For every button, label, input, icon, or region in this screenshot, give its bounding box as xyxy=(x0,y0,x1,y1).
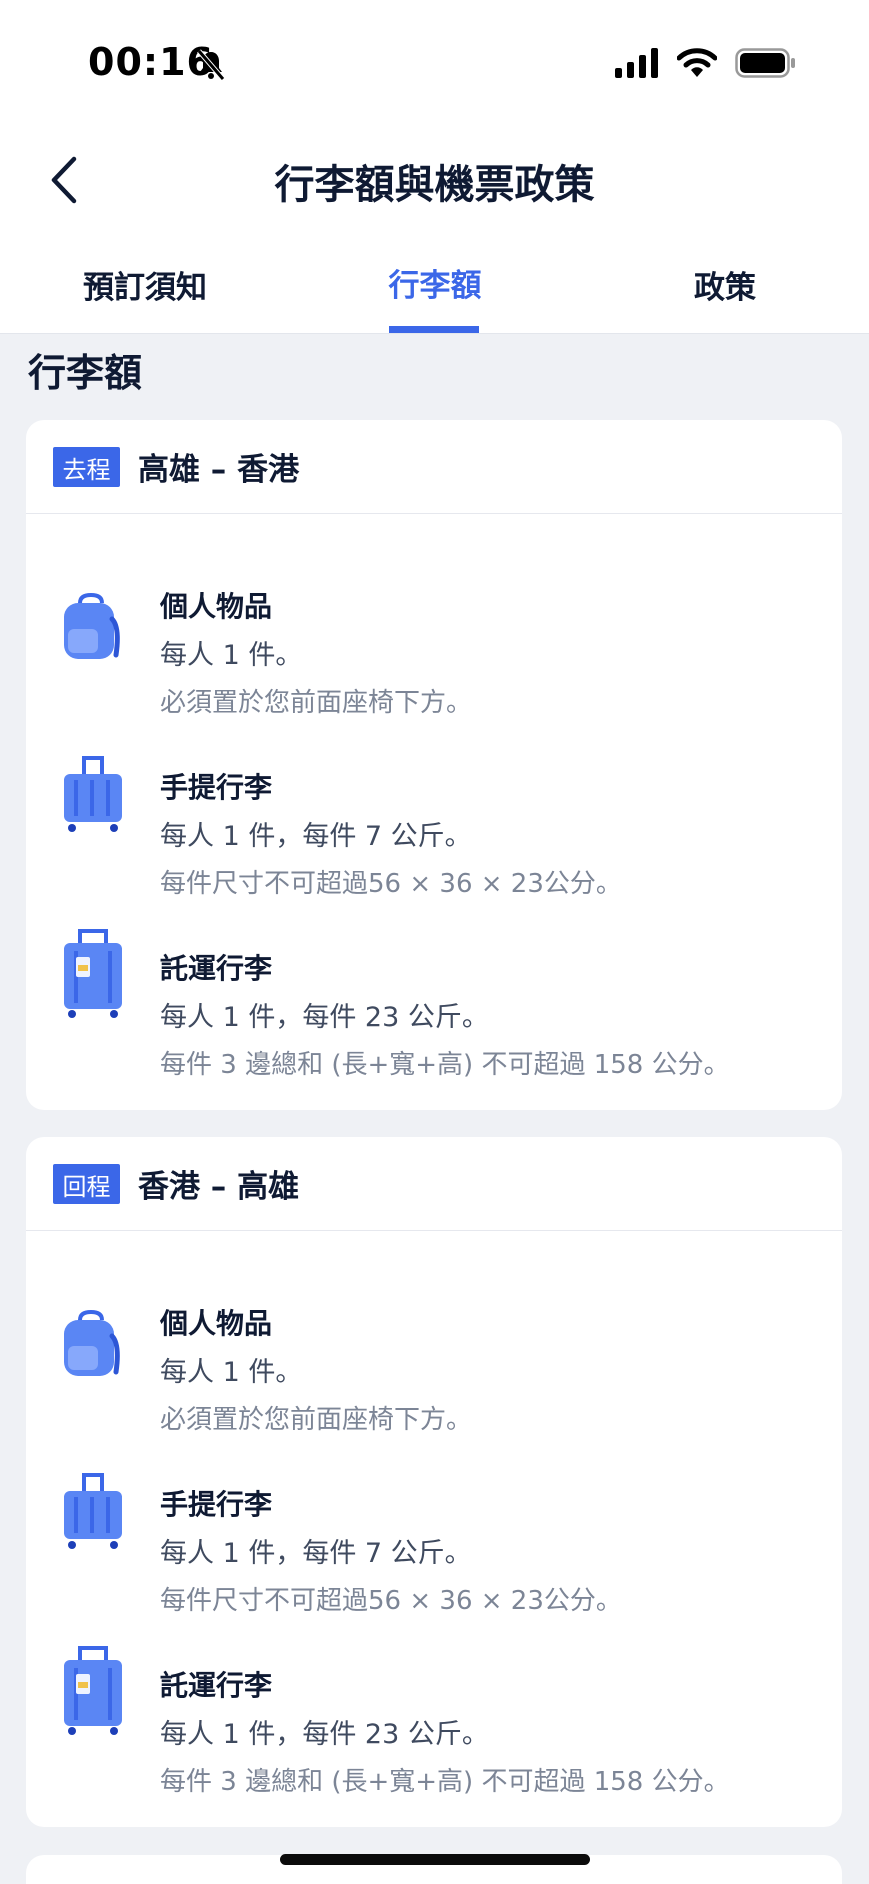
section-heading: 行李額 xyxy=(28,351,143,395)
item-name: 託運行李 xyxy=(160,952,273,985)
tab-policy[interactable]: 政策 xyxy=(620,250,830,334)
status-indicators xyxy=(615,48,797,78)
tab-baggage[interactable]: 行李額 xyxy=(340,250,530,334)
baggage-item-carry-on: 手提行李 每人 1 件，每件 7 公斤。 每件尺寸不可超過56 × 36 × 2… xyxy=(26,756,842,926)
backpack-icon xyxy=(64,1310,120,1376)
item-note: 必須置於您前面座椅下方。 xyxy=(160,1405,473,1435)
item-quantity: 每人 1 件。 xyxy=(160,640,303,671)
top-header-area: 00:16 行李額與機票政策 預訂須知 行李額 政策 xyxy=(0,0,869,334)
item-name: 手提行李 xyxy=(160,771,273,804)
baggage-item-checked: 託運行李 每人 1 件，每件 23 公斤。 每件 3 邊總和 (長+寬+高) 不… xyxy=(26,1646,842,1824)
baggage-item-personal: 個人物品 每人 1 件。 必須置於您前面座椅下方。 xyxy=(26,1302,842,1462)
route-label: 高雄 – 香港 xyxy=(138,452,300,488)
return-baggage-card: 回程 香港 – 高雄 個人物品 每人 1 件。 必須置於您前面座椅下方。 手提行… xyxy=(26,1137,842,1827)
item-quantity: 每人 1 件，每件 7 公斤。 xyxy=(160,821,472,852)
carry-on-suitcase-icon xyxy=(64,1473,122,1549)
direction-badge: 去程 xyxy=(53,447,120,487)
baggage-item-checked: 託運行李 每人 1 件，每件 23 公斤。 每件 3 邊總和 (長+寬+高) 不… xyxy=(26,929,842,1107)
item-name: 手提行李 xyxy=(160,1488,273,1521)
checked-suitcase-icon xyxy=(64,929,122,1018)
item-quantity: 每人 1 件，每件 23 公斤。 xyxy=(160,1719,489,1750)
card-header: 回程 香港 – 高雄 xyxy=(26,1137,842,1231)
home-indicator xyxy=(280,1854,590,1865)
silent-bell-icon xyxy=(197,49,225,81)
baggage-item-carry-on: 手提行李 每人 1 件，每件 7 公斤。 每件尺寸不可超過56 × 36 × 2… xyxy=(26,1473,842,1643)
item-quantity: 每人 1 件，每件 7 公斤。 xyxy=(160,1538,472,1569)
wifi-icon xyxy=(677,48,717,77)
direction-badge: 回程 xyxy=(53,1164,120,1204)
item-name: 個人物品 xyxy=(160,590,273,623)
backpack-icon xyxy=(64,593,120,659)
page-title: 行李額與機票政策 xyxy=(274,162,595,208)
cellular-signal-icon xyxy=(615,48,658,78)
card-header: 去程 高雄 – 香港 xyxy=(26,420,842,514)
battery-icon xyxy=(735,48,795,78)
item-quantity: 每人 1 件。 xyxy=(160,1357,303,1388)
item-note: 每件尺寸不可超過56 × 36 × 23公分。 xyxy=(160,1586,622,1616)
item-note: 每件尺寸不可超過56 × 36 × 23公分。 xyxy=(160,869,622,899)
item-note: 每件 3 邊總和 (長+寬+高) 不可超過 158 公分。 xyxy=(160,1767,730,1797)
active-tab-indicator xyxy=(389,326,479,333)
outbound-baggage-card: 去程 高雄 – 香港 個人物品 每人 1 件。 必須置於您前面座椅下方。 手提行… xyxy=(26,420,842,1110)
item-name: 託運行李 xyxy=(160,1669,273,1702)
item-note: 每件 3 邊總和 (長+寬+高) 不可超過 158 公分。 xyxy=(160,1050,730,1080)
screen: 00:16 行李額與機票政策 預訂須知 行李額 政策 行李額 去程 高雄 – 香… xyxy=(0,0,869,1884)
tab-bar: 預訂須知 行李額 政策 xyxy=(0,250,869,334)
route-label: 香港 – 高雄 xyxy=(138,1169,300,1205)
baggage-item-personal: 個人物品 每人 1 件。 必須置於您前面座椅下方。 xyxy=(26,585,842,745)
item-name: 個人物品 xyxy=(160,1307,273,1340)
item-quantity: 每人 1 件，每件 23 公斤。 xyxy=(160,1002,489,1033)
checked-suitcase-icon xyxy=(64,1646,122,1735)
tab-booking-notes[interactable]: 預訂須知 xyxy=(40,250,250,334)
item-note: 必須置於您前面座椅下方。 xyxy=(160,688,473,718)
carry-on-suitcase-icon xyxy=(64,756,122,832)
